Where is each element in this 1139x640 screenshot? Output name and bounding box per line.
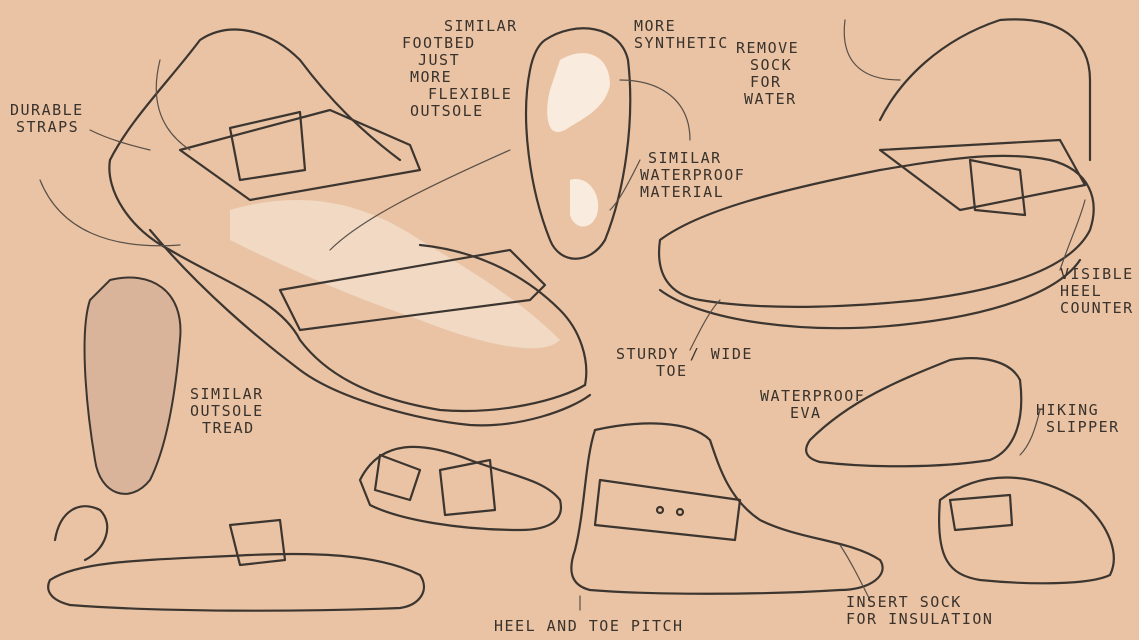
- note-similar-footbed: SIMILAR FOOTBED JUST MORE FLEXIBLE OUTSO…: [402, 17, 518, 120]
- footbed-sketch: [524, 27, 691, 260]
- note-similar-waterproof: SIMILAR WATERPROOF MATERIAL: [640, 149, 746, 201]
- hiking-slipper-sketch: [570, 422, 884, 595]
- sketch-canvas: [39, 18, 1115, 612]
- note-remove-sock: REMOVE SOCK FOR WATER: [736, 39, 800, 108]
- note-heel-toe-pitch: HEEL AND TOE PITCH: [494, 617, 684, 635]
- note-durable-straps: DURABLE STRAPS: [10, 101, 84, 136]
- note-hiking-slipper: HIKING SLIPPER: [1036, 401, 1120, 436]
- note-visible-heel: VISIBLE HEEL COUNTER: [1060, 265, 1134, 317]
- note-insert-sock: INSERT SOCK FOR INSULATION: [846, 593, 994, 628]
- note-waterproof-eva: WATERPROOF EVA: [760, 387, 866, 422]
- small-sandal-sketch: [358, 445, 563, 532]
- low-sandal-sketch: [47, 505, 425, 612]
- note-similar-outsole: SIMILAR OUTSOLE TREAD: [190, 385, 264, 437]
- note-more-synthetic: MORE SYNTHETIC: [634, 17, 729, 52]
- outsole-tread-sketch: [83, 276, 182, 495]
- note-sturdy-toe: STURDY / WIDE TOE: [616, 345, 753, 380]
